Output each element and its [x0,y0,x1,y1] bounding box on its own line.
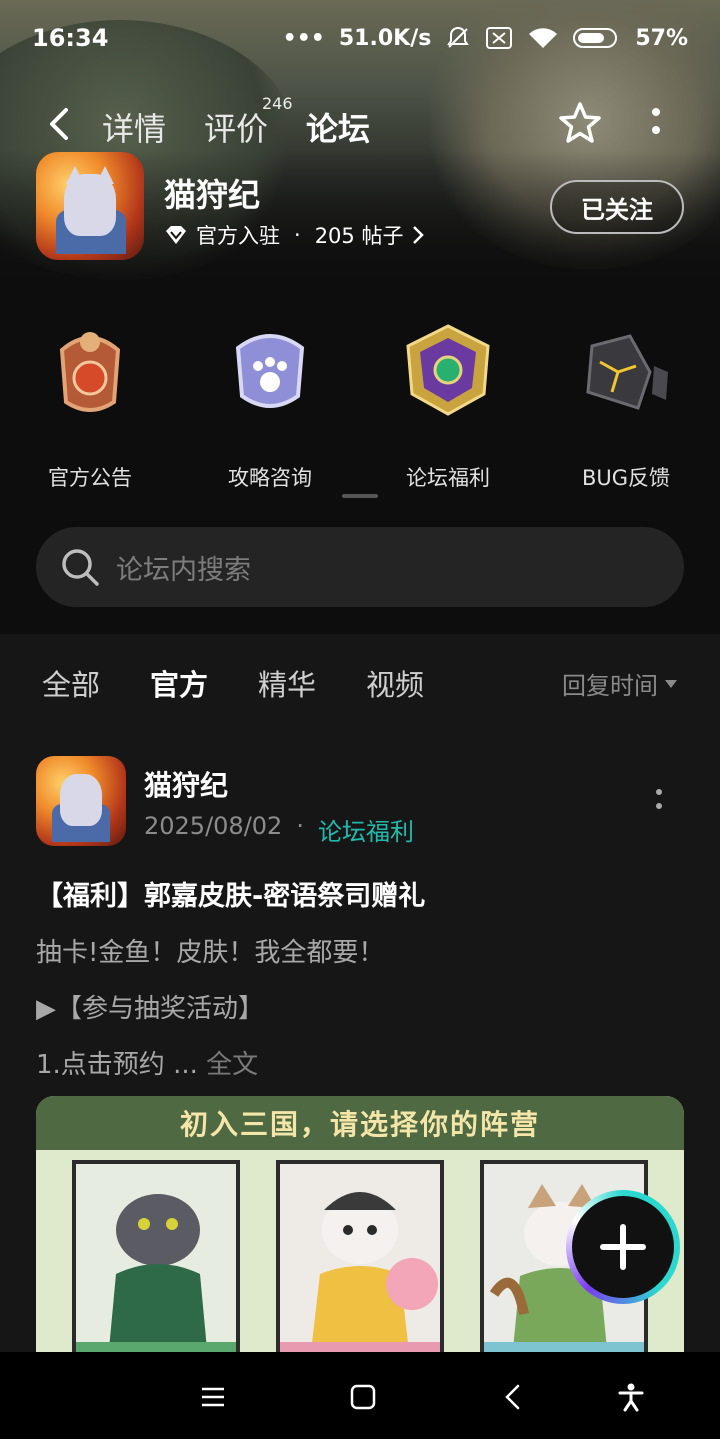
search-input[interactable]: 论坛内搜索 [116,548,251,587]
accessibility-icon[interactable] [616,1382,646,1412]
mute-bell-icon [447,26,470,48]
post-excerpt-line: 1.点击预约 ... 全文 [36,1044,258,1081]
diamond-verified-icon [166,226,186,244]
sort-label: 回复时间 [562,672,658,700]
full-text-link[interactable]: 全文 [206,1050,258,1080]
back-arrow-icon[interactable] [42,106,78,142]
post-image-header: 初入三国，请选择你的阵营 [36,1096,684,1150]
category-guide[interactable]: 攻略咨询 [200,322,340,492]
back-icon[interactable] [498,1382,528,1412]
app-info: 猫狩纪 官方入驻 · 205 帖子 已关注 [36,152,686,262]
caret-down-icon [665,679,677,688]
faction-card-image [72,1160,240,1360]
forum-categories: 官方公告 攻略咨询 论坛福利 BUG反馈 [0,322,720,492]
new-post-fab[interactable] [566,1190,680,1304]
post-more-icon[interactable] [654,788,664,812]
post-title[interactable]: 【福利】郭嘉皮肤-密语祭司赠礼 [36,874,425,913]
app-meta: 官方入驻 · 205 帖子 [164,220,425,250]
follow-button[interactable]: 已关注 [550,180,684,234]
tab-details[interactable]: 详情 [102,104,166,150]
post-date: 2025/08/02 [144,812,283,840]
search-icon [62,549,99,586]
more-menu-icon[interactable] [640,104,672,144]
category-label: 攻略咨询 [228,466,312,490]
post-excerpt-text: 1.点击预约 ... [36,1050,207,1080]
category-label: 论坛福利 [406,466,490,490]
gem-badge-icon [406,324,490,416]
post-meta: 2025/08/02 · 论坛福利 [144,812,414,847]
system-navigation-bar [0,1352,720,1439]
category-label: 官方公告 [48,466,132,490]
app-name: 猫狩纪 [164,176,261,214]
app-icon [36,152,144,260]
post-section-link[interactable]: 论坛福利 [318,812,414,847]
menu-icon[interactable] [198,1382,228,1412]
sim-icon [486,27,513,49]
category-announcement[interactable]: 官方公告 [20,322,160,492]
tab-forum[interactable]: 论坛 [306,104,371,154]
category-label: BUG反馈 [581,466,671,490]
battery-level: 57% [635,25,688,51]
wifi-icon [529,28,558,48]
post-count-link[interactable]: 205 帖子 [315,220,404,250]
post-excerpt-line: ▶【参与抽奖活动】 [36,994,264,1024]
chevron-right-icon [413,226,425,244]
post-excerpt-line: 抽卡!金鱼！皮肤！我全都要！ [36,938,385,968]
paw-badge-icon [235,334,305,408]
post-author[interactable]: 猫狩纪 [144,764,228,804]
filter-tab-featured[interactable]: 精华 [258,662,316,704]
filter-tabs: 全部 官方 精华 视频 回复时间 [0,634,720,730]
forum-search-bar[interactable]: 论坛内搜索 [36,527,684,607]
filter-tab-official[interactable]: 官方 [150,662,208,708]
announcement-badge-icon [59,332,121,412]
official-label: 官方入驻 [196,224,280,248]
status-bar: 16:34 ••• 51.0K/s 57% [0,0,720,76]
filter-tab-all[interactable]: 全部 [42,662,100,704]
sort-dropdown[interactable]: 回复时间 [562,666,678,701]
meta-separator: · [294,223,301,247]
filter-tab-video[interactable]: 视频 [366,662,424,704]
cracked-stone-icon [586,334,668,410]
review-count-badge: 246 [262,94,293,113]
category-page-indicator [342,494,378,498]
tab-reviews[interactable]: 评价 [204,104,268,150]
category-bug-report[interactable]: BUG反馈 [556,322,696,492]
status-time: 16:34 [32,24,109,52]
favorite-star-icon[interactable] [556,100,604,148]
status-dots: ••• [282,25,325,51]
category-welfare[interactable]: 论坛福利 [378,322,518,492]
network-speed: 51.0K/s [338,25,432,51]
meta-separator: · [296,812,304,840]
top-nav: 详情 评价 246 论坛 [0,90,720,160]
plus-icon [600,1224,646,1270]
home-square-icon[interactable] [348,1382,378,1412]
battery-icon [573,28,618,48]
avatar[interactable] [36,756,126,846]
faction-card-image [276,1160,444,1360]
